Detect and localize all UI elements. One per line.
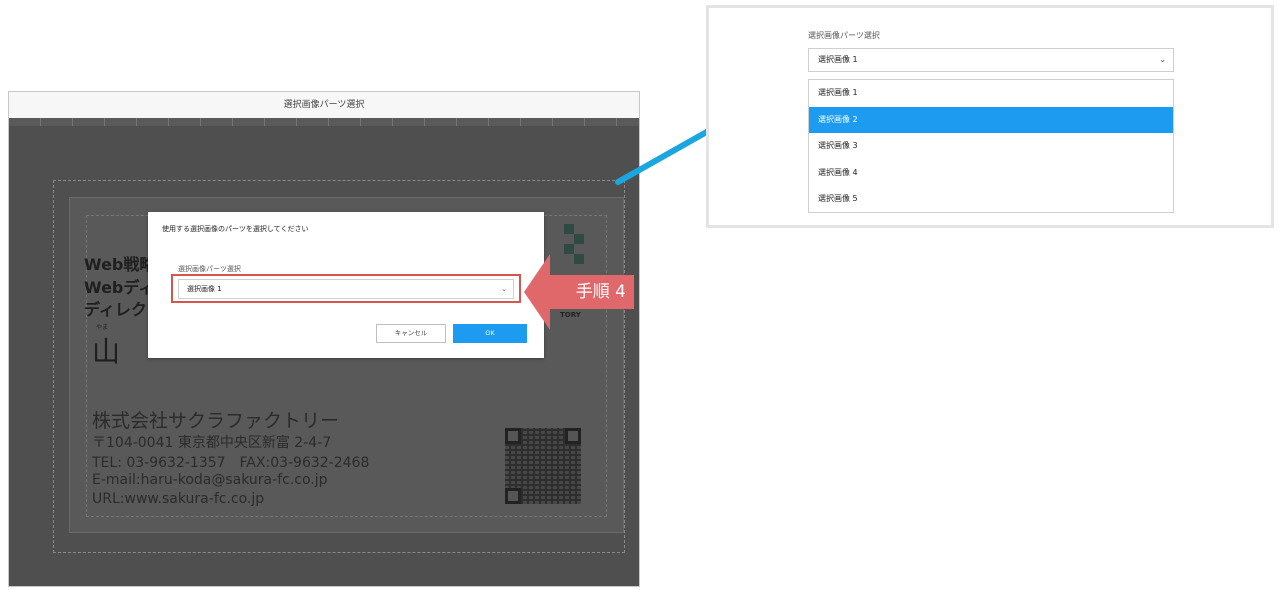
card-title-line3: ディレク [84,300,147,319]
dropdown-option-4[interactable]: 選択画像 4 [809,160,1173,187]
company-logo-mark [552,224,586,268]
card-title-line2: Webディ [84,278,155,297]
step-pointer-arrow [524,254,550,330]
dialog-select-label: 選択画像パーツ選択 [178,265,241,273]
zoom-parts-select[interactable]: 選択画像 1 ⌄ [808,48,1174,72]
card-title-line1: Web戦略 [84,255,156,274]
step-label: 手順 4 [548,275,634,309]
dropdown-option-5[interactable]: 選択画像 5 [809,186,1173,213]
zoom-panel: 選択画像パーツ選択 選択画像 1 ⌄ 選択画像 1 選択画像 2 選択画像 3 … [706,5,1274,228]
qr-code [505,428,581,504]
company-logo-text: TORY [560,311,581,319]
card-url: URL:www.sakura-fc.co.jp [92,491,265,507]
cancel-button[interactable]: キャンセル [376,324,446,343]
card-address: 〒104-0041 東京都中央区新富 2-4-7 [92,435,332,451]
card-company: 株式会社サクラファクトリー [92,410,340,432]
dropdown-option-2[interactable]: 選択画像 2 [809,106,1173,134]
card-email: E-mail:haru-koda@sakura-fc.co.jp [92,472,328,488]
dropdown-option-3[interactable]: 選択画像 3 [809,133,1173,160]
ok-button[interactable]: OK [453,324,527,343]
editor-title: 選択画像パーツ選択 [9,92,639,119]
dropdown-list: 選択画像 1 選択画像 2 選択画像 3 選択画像 4 選択画像 5 [808,79,1174,213]
card-name: 山 [92,335,121,368]
zoom-select-value: 選択画像 1 [818,55,858,64]
ruler [9,118,639,126]
dropdown-option-1[interactable]: 選択画像 1 [809,80,1173,107]
step-highlight-box [171,274,521,303]
chevron-down-icon: ⌄ [1159,55,1166,64]
select-parts-dialog: 使用する選択画像のパーツを選択してください 選択画像パーツ選択 選択画像 1 ⌄… [148,212,544,358]
zoom-select-label: 選択画像パーツ選択 [808,31,880,40]
card-tel-fax: TEL: 03-9632-1357 FAX:03-9632-2468 [92,455,370,471]
dialog-prompt: 使用する選択画像のパーツを選択してください [162,225,309,233]
